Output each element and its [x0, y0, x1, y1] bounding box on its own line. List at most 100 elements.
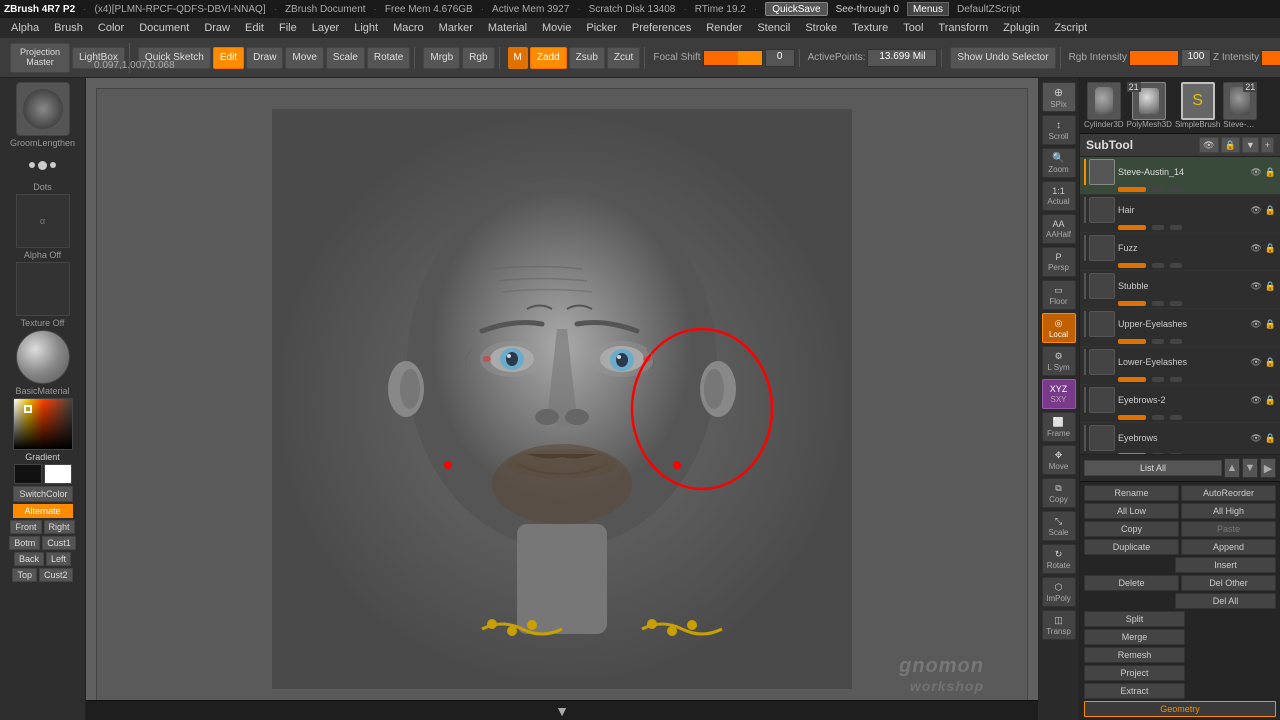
scale-icon-button[interactable]: ⤡ Scale — [1042, 511, 1076, 541]
switch-color-button[interactable]: SwitchColor — [13, 486, 73, 502]
split-button[interactable]: Split — [1084, 611, 1185, 627]
append-button[interactable]: Append — [1181, 539, 1276, 555]
menu-item-layer[interactable]: Layer — [305, 20, 347, 36]
del-other-button[interactable]: Del Other — [1181, 575, 1276, 591]
white-swatch[interactable] — [44, 464, 72, 484]
bottom-arrow-icon[interactable]: ▼ — [555, 703, 569, 719]
menu-item-light[interactable]: Light — [347, 20, 385, 36]
cust2-button[interactable]: Cust2 — [39, 568, 73, 582]
botm-button[interactable]: Botm — [9, 536, 40, 550]
aahalf-button[interactable]: AA AAHalf — [1042, 214, 1076, 244]
edit-button[interactable]: Edit — [213, 47, 244, 69]
actual-button[interactable]: 1:1 Actual — [1042, 181, 1076, 211]
cylinder3d-thumb[interactable] — [1087, 82, 1121, 120]
menu-item-stencil[interactable]: Stencil — [750, 20, 797, 36]
alternate-button[interactable]: Alternate — [13, 504, 73, 518]
insert-button[interactable]: Insert — [1175, 557, 1276, 573]
project-button[interactable]: Project — [1084, 665, 1185, 681]
focal-shift-slider[interactable] — [703, 50, 763, 66]
transp-button[interactable]: ◫ Transp — [1042, 610, 1076, 640]
mrgb-button[interactable]: Mrgb — [423, 47, 460, 69]
rgb-button[interactable]: Rgb — [462, 47, 494, 69]
menu-item-file[interactable]: File — [272, 20, 304, 36]
subtool-eye-btn[interactable]: 👁 — [1199, 137, 1218, 153]
merge-button[interactable]: Merge — [1084, 629, 1185, 645]
menu-item-stroke[interactable]: Stroke — [798, 20, 844, 36]
geometry-button[interactable]: Geometry — [1084, 701, 1276, 717]
copy-button[interactable]: Copy — [1084, 521, 1179, 537]
right-button[interactable]: Right — [44, 520, 75, 534]
simple-brush-thumb[interactable]: S — [1181, 82, 1215, 120]
all-high-button[interactable]: All High — [1181, 503, 1276, 519]
menu-item-transform[interactable]: Transform — [931, 20, 995, 36]
scroll-button[interactable]: ↕ Scroll — [1042, 115, 1076, 145]
menu-item-material[interactable]: Material — [481, 20, 534, 36]
menu-item-render[interactable]: Render — [699, 20, 749, 36]
quick-save-button[interactable]: QuickSave — [765, 2, 827, 16]
menu-item-preferences[interactable]: Preferences — [625, 20, 698, 36]
auto-reorder-button[interactable]: AutoReorder — [1181, 485, 1276, 501]
list-all-button[interactable]: List All — [1084, 460, 1222, 476]
black-swatch[interactable] — [14, 464, 42, 484]
copy-icon-button[interactable]: ⧉ Copy — [1042, 478, 1076, 508]
alpha-preview[interactable]: α — [16, 194, 70, 248]
subtool-right-arrow[interactable]: ▶ — [1260, 458, 1276, 478]
all-low-button[interactable]: All Low — [1084, 503, 1179, 519]
cust1-button[interactable]: Cust1 — [42, 536, 76, 550]
brush-preview[interactable] — [16, 82, 70, 136]
rotate-icon-button[interactable]: ↻ Rotate — [1042, 544, 1076, 574]
menu-item-document[interactable]: Document — [132, 20, 196, 36]
menu-item-picker[interactable]: Picker — [579, 20, 624, 36]
move-icon-button[interactable]: ✥ Move — [1042, 445, 1076, 475]
menu-item-color[interactable]: Color — [91, 20, 131, 36]
menu-item-texture[interactable]: Texture — [845, 20, 895, 36]
subtool-item-eyebrows[interactable]: Eyebrows 👁 🔒 — [1080, 423, 1280, 454]
front-button[interactable]: Front — [10, 520, 41, 534]
frame-button[interactable]: ⬜ Frame — [1042, 412, 1076, 442]
menu-item-tool[interactable]: Tool — [896, 20, 930, 36]
zoom-button[interactable]: 🔍 Zoom — [1042, 148, 1076, 178]
subtool-item-steve-austin[interactable]: Steve-Austin_14 👁 🔒 — [1080, 157, 1280, 195]
left-button[interactable]: Left — [46, 552, 71, 566]
rgb-intensity-slider[interactable] — [1129, 50, 1179, 66]
menu-item-edit[interactable]: Edit — [238, 20, 271, 36]
projection-master-button[interactable]: Projection Master — [10, 43, 70, 73]
subtool-lock-btn[interactable]: 🔒 — [1221, 137, 1240, 153]
persp-button[interactable]: P Persp — [1042, 247, 1076, 277]
remesh-button[interactable]: Remesh — [1084, 647, 1185, 663]
del-all-button[interactable]: Del All — [1175, 593, 1276, 609]
rename-button[interactable]: Rename — [1084, 485, 1179, 501]
menus-button[interactable]: Menus — [907, 2, 949, 16]
duplicate-button[interactable]: Duplicate — [1084, 539, 1179, 555]
local-button[interactable]: ◎ Local — [1042, 313, 1076, 343]
scale-button[interactable]: Scale — [326, 47, 365, 69]
top-button[interactable]: Top — [12, 568, 37, 582]
move-button[interactable]: Move — [285, 47, 323, 69]
canvas-area[interactable]: ▼ gnomon workshop — [86, 78, 1038, 720]
menu-item-draw[interactable]: Draw — [197, 20, 237, 36]
menu-item-macro[interactable]: Macro — [386, 20, 431, 36]
paste-button[interactable]: Paste — [1181, 521, 1276, 537]
menu-item-brush[interactable]: Brush — [47, 20, 90, 36]
subtool-item-hair[interactable]: Hair 👁 🔒 — [1080, 195, 1280, 233]
delete-button[interactable]: Delete — [1084, 575, 1179, 591]
sxyz-button[interactable]: XYZ SXY — [1042, 379, 1076, 409]
floor-button[interactable]: ▭ Floor — [1042, 280, 1076, 310]
menu-item-movie[interactable]: Movie — [535, 20, 578, 36]
zcut-button[interactable]: Zcut — [607, 47, 640, 69]
extract-button[interactable]: Extract — [1084, 683, 1185, 699]
subtool-item-upper-eyelashes[interactable]: Upper-Eyelashes 👁 🔒 — [1080, 309, 1280, 347]
subtool-up-arrow[interactable]: ▲ — [1224, 458, 1240, 478]
texture-preview[interactable] — [16, 262, 70, 316]
subtool-item-fuzz[interactable]: Fuzz 👁 🔒 — [1080, 233, 1280, 271]
zsub-button[interactable]: Zsub — [569, 47, 605, 69]
z-intensity-slider[interactable] — [1261, 50, 1280, 66]
show-undo-button[interactable]: Show Undo Selector — [950, 47, 1055, 69]
zadd-button[interactable]: Zadd — [530, 47, 567, 69]
subtool-options-btn[interactable]: ▼ — [1242, 137, 1259, 153]
menu-item-zscript[interactable]: Zscript — [1047, 20, 1094, 36]
subtool-item-lower-eyelashes[interactable]: Lower-Eyelashes 👁 🔒 — [1080, 347, 1280, 385]
draw-button[interactable]: Draw — [246, 47, 283, 69]
rotate-button[interactable]: Rotate — [367, 47, 410, 69]
impoly-button[interactable]: ⬡ ImPoly — [1042, 577, 1076, 607]
